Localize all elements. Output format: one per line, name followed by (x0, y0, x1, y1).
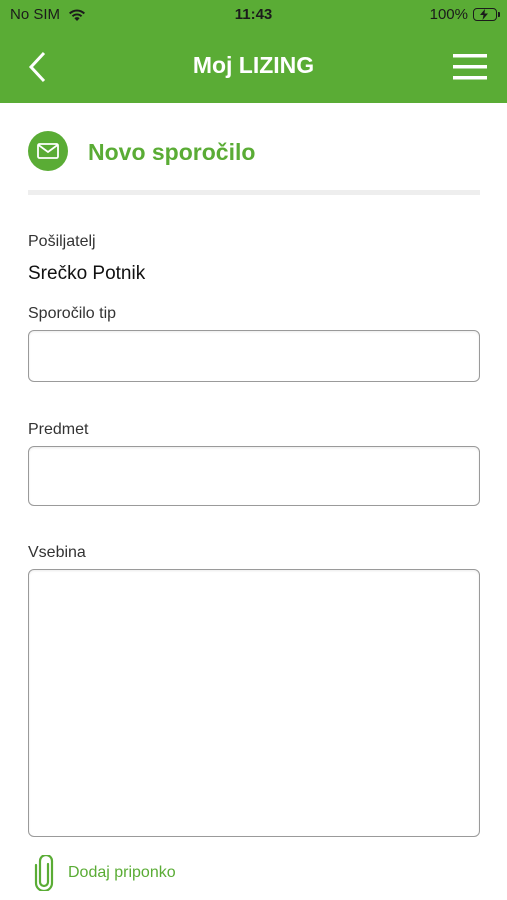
message-type-label: Sporočilo tip (28, 305, 117, 322)
add-attachment-label: Dodaj priponko (68, 864, 176, 881)
envelope-icon (37, 143, 59, 159)
sender-value: Srečko Potnik (28, 263, 146, 284)
status-battery-group: 100% (429, 6, 500, 23)
battery-icon (473, 8, 500, 21)
content-textarea[interactable] (28, 569, 480, 837)
battery-percentage: 100% (429, 6, 468, 23)
section-title: Novo sporočilo (88, 139, 256, 165)
paperclip-icon (34, 855, 54, 891)
status-bar: No SIM 11:43 100% (0, 0, 507, 30)
content-label: Vsebina (28, 544, 86, 561)
hamburger-menu-icon (453, 54, 487, 80)
message-type-field[interactable] (28, 330, 480, 382)
menu-button[interactable] (453, 52, 487, 82)
navigation-bar: Moj LIZING (0, 30, 507, 103)
header-divider (28, 190, 480, 195)
subject-field[interactable] (28, 446, 480, 506)
sender-label: Pošiljatelj (28, 233, 96, 250)
message-header-icon (28, 131, 68, 171)
add-attachment-button[interactable]: Dodaj priponko (34, 855, 176, 891)
subject-label: Predmet (28, 421, 89, 438)
page-title: Moj LIZING (192, 52, 315, 78)
